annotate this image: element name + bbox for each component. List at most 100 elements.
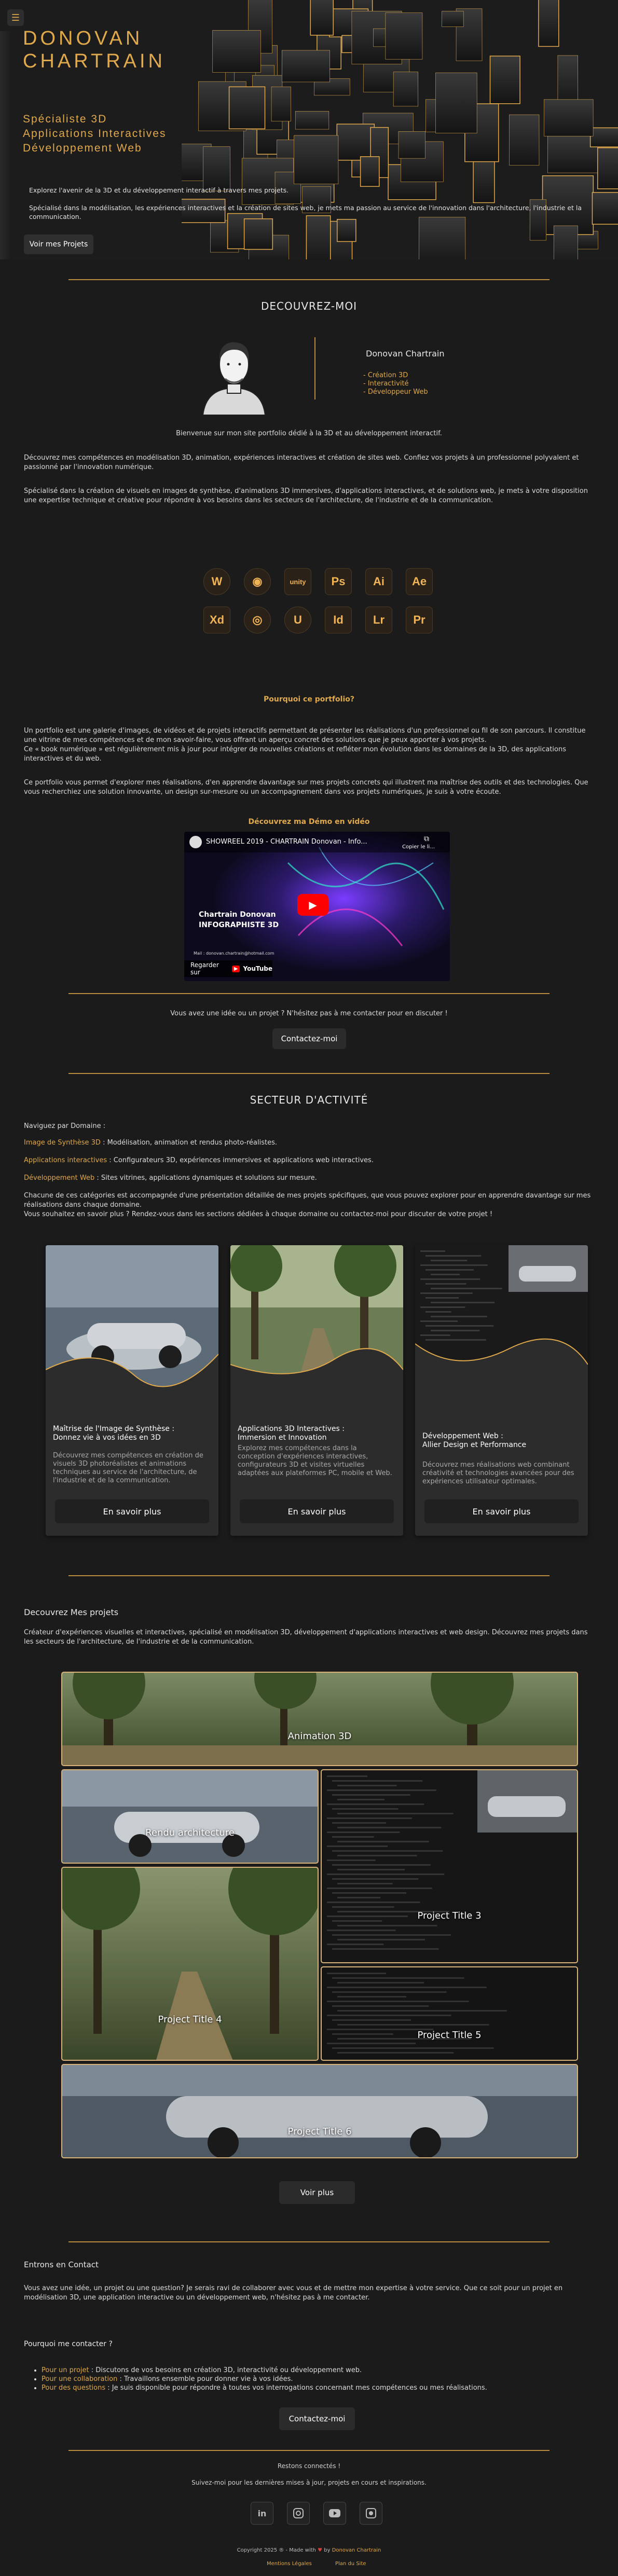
card-title: Développement Web : Allier Design et Per… (422, 1432, 527, 1449)
code-line (337, 1869, 405, 1870)
project-tile[interactable]: Project Title 5 (321, 1966, 578, 2061)
video-overlay-mail: Mail : donovan.chartrain@hotmail.com (194, 951, 274, 956)
code-line (337, 2052, 454, 2054)
code-line (332, 1794, 410, 1796)
learn-more-button[interactable]: En savoir plus (424, 1499, 579, 1523)
code-line (332, 1934, 451, 1936)
play-button[interactable]: ▶ (297, 894, 328, 916)
code-line (337, 1996, 406, 1998)
site-name: DONOVAN CHARTRAIN (23, 27, 166, 72)
github-link[interactable] (360, 2502, 382, 2525)
hero-subtitle-3: Développement Web (23, 142, 142, 154)
hero-intro-2: Spécialisé dans la modélisation, les exp… (29, 204, 582, 221)
hero-cube (592, 192, 618, 225)
code-line (327, 1845, 388, 1847)
learn-more-button[interactable]: En savoir plus (55, 1499, 209, 1523)
cta-text: Vous avez une idée ou un projet ? N'hési… (170, 1010, 448, 1017)
hero-cube (435, 72, 477, 133)
code-line (431, 1316, 487, 1317)
why-contact-title: Pourquoi me contacter ? (24, 2340, 113, 2348)
contact-reasons-list: Pour un projet : Discutons de vos besoin… (42, 2366, 592, 2392)
view-projects-button[interactable]: Voir mes Projets (24, 235, 93, 254)
code-line (337, 1813, 454, 1814)
sector-link-interactive[interactable]: Applications interactives (24, 1156, 107, 1164)
project-tile[interactable]: Project Title 4 (61, 1867, 319, 2061)
sector-item: Applications interactives : Configurateu… (24, 1156, 374, 1164)
divider (68, 2450, 550, 2451)
sitemap-link[interactable]: Plan du Site (335, 2561, 366, 2567)
copy-link-label[interactable]: Copier le li... (402, 844, 435, 850)
sector-link-3d[interactable]: Image de Synthèse 3D (24, 1139, 101, 1147)
instagram-link[interactable] (287, 2502, 310, 2525)
hamburger-icon: ☰ (11, 12, 20, 23)
project-tile[interactable]: Rendu architecture (61, 1769, 319, 1864)
youtube-logo-icon: ▶ (231, 965, 240, 972)
sector-card-3d: Maîtrise de l'Image de Synthèse : Donnez… (46, 1245, 218, 1536)
hero-cube (243, 218, 273, 250)
code-line (327, 1987, 487, 1988)
hero-cube (310, 0, 334, 36)
watch-on-youtube-link[interactable]: Regarder sur ▶ YouTube (184, 960, 272, 977)
channel-avatar[interactable] (189, 836, 202, 848)
author-link[interactable]: Donovan Chartrain (332, 2547, 381, 2553)
why-paragraph-3: Ce portfolio vous permet d'explorer mes … (24, 779, 588, 796)
code-line (327, 1775, 367, 1777)
code-line (332, 1822, 386, 1824)
linkedin-link[interactable]: in (251, 2502, 273, 2525)
project-tile[interactable]: Animation 3D (61, 1672, 578, 1766)
hero-intro-1: Explorez l'avenir de la 3D et du dévelop… (29, 186, 289, 194)
code-line (337, 1841, 429, 1842)
code-line (327, 1930, 396, 1931)
code-line (425, 1339, 486, 1341)
youtube-link[interactable] (323, 2502, 346, 2525)
hero-cube (398, 131, 425, 159)
contact-button[interactable]: Contactez-moi (279, 2407, 355, 2430)
youtube-video-embed[interactable]: SHOWREEL 2019 - CHARTRAIN Donovan - Info… (184, 832, 450, 981)
linkedin-icon: in (257, 2508, 267, 2518)
illustrator-icon: Ai (365, 568, 392, 595)
divider (68, 993, 550, 994)
about-title: DECOUVREZ-MOI (260, 300, 358, 312)
card-image-forest (230, 1245, 403, 1401)
project-tile[interactable]: Project Title 6 (61, 2064, 578, 2158)
hero-cube (306, 215, 331, 259)
sector-paragraph-1: Chacune de ces catégories est accompagné… (24, 1192, 591, 1209)
project-tile[interactable]: Project Title 3 (321, 1769, 578, 1963)
cinema4d-icon: ◎ (244, 607, 271, 633)
code-line (332, 1808, 399, 1810)
code-line (425, 1269, 474, 1271)
code-line (420, 1320, 458, 1322)
view-more-button[interactable]: Voir plus (279, 2181, 355, 2204)
code-line (327, 1888, 432, 1889)
copy-icon[interactable]: ⧉ (424, 835, 429, 843)
learn-more-button[interactable]: En savoir plus (240, 1499, 394, 1523)
about-paragraph-1: Découvrez mes compétences en modélisatio… (24, 454, 579, 471)
legal-link[interactable]: Mentions Légales (267, 2561, 312, 2567)
code-line (327, 1789, 436, 1791)
card-text: Découvrez mes compétences en création de… (53, 1452, 203, 1484)
code-line (420, 1334, 450, 1336)
code-line (332, 1780, 423, 1782)
indesign-icon: Id (325, 607, 352, 633)
code-line (420, 1278, 480, 1280)
hero-cube (294, 135, 339, 184)
video-title[interactable]: SHOWREEL 2019 - CHARTRAIN Donovan - Info… (206, 838, 367, 846)
copyright: Copyright 2025 ® - Made with ♥ by Donova… (237, 2547, 381, 2553)
youtube-wordmark: YouTube (243, 965, 272, 972)
hamburger-menu-button[interactable]: ☰ (7, 9, 24, 26)
card-title: Maîtrise de l'Image de Synthèse : Donnez… (53, 1425, 175, 1442)
hero-cube (337, 219, 356, 242)
hero-cube (212, 30, 261, 73)
code-line (332, 2019, 411, 2021)
sector-link-web[interactable]: Développement Web (24, 1174, 94, 1182)
skill-item: - Développeur Web (363, 388, 428, 396)
hero-cube (509, 114, 540, 166)
code-line (431, 1302, 495, 1303)
hero-subtitle-1: Spécialiste 3D (23, 113, 107, 125)
hero-cube (271, 86, 291, 121)
code-line (425, 1325, 494, 1327)
contact-button[interactable]: Contactez-moi (272, 1028, 346, 1049)
hero-cube (544, 99, 594, 136)
wordpress-icon: W (203, 568, 230, 595)
hero-cube (442, 11, 464, 27)
